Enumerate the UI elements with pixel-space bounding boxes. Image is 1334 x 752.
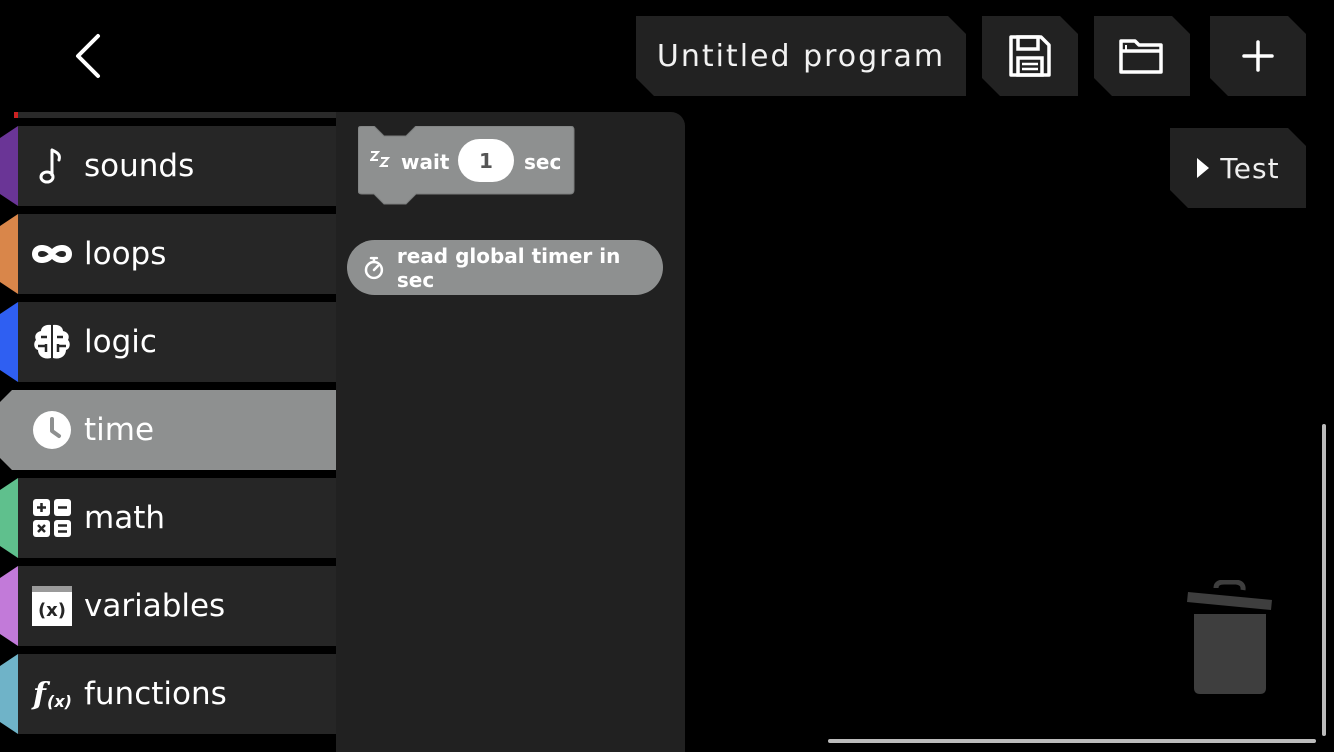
stopwatch-icon (364, 256, 384, 279)
category-logic[interactable]: logic (0, 302, 336, 382)
test-label: Test (1220, 151, 1280, 185)
wait-unit-label: sec (524, 150, 562, 174)
plus-icon (1240, 38, 1276, 74)
category-accent (0, 214, 18, 294)
wait-seconds-block[interactable]: wait 1 sec (357, 125, 576, 212)
category-loops[interactable]: loops (0, 214, 336, 294)
save-button[interactable] (982, 16, 1078, 96)
svg-text:(x): (x) (47, 692, 72, 711)
brain-icon (30, 320, 74, 364)
wait-seconds-input[interactable]: 1 (458, 139, 514, 182)
read-global-timer-block[interactable]: read global timer in sec (347, 240, 663, 295)
trash-can-icon[interactable] (1186, 579, 1276, 696)
category-label-loops: loops (84, 236, 167, 272)
svg-text:(x): (x) (38, 600, 66, 621)
floppy-disk-icon (1007, 33, 1053, 79)
timer-block-label: read global timer in sec (396, 243, 621, 292)
category-label-logic: logic (84, 324, 157, 360)
category-accent (0, 302, 18, 382)
category-functions[interactable]: f (x) functions (0, 654, 336, 734)
category-label-sounds: sounds (84, 148, 195, 184)
back-button[interactable] (64, 28, 114, 84)
category-time[interactable]: time (0, 390, 336, 470)
workspace-horizontal-scrollbar[interactable] (828, 739, 1316, 743)
category-label-variables: variables (84, 588, 226, 624)
category-accent (0, 478, 18, 558)
category-math[interactable]: math (0, 478, 336, 558)
infinity-icon (30, 232, 74, 276)
calculator-icon (30, 496, 74, 540)
folder-icon (1118, 36, 1166, 76)
category-sounds[interactable]: sounds (0, 126, 336, 206)
category-accent (0, 126, 18, 206)
test-run-button[interactable]: Test (1170, 128, 1306, 208)
category-accent (0, 654, 18, 734)
category-accent-edge (14, 112, 18, 118)
sleep-zz-icon (370, 151, 391, 167)
category-label-time: time (84, 412, 155, 448)
category-accent (0, 566, 18, 646)
category-label-functions: functions (84, 676, 227, 712)
chevron-left-icon (76, 34, 100, 78)
program-title-button[interactable]: Untitled program (636, 16, 966, 96)
category-label-math: math (84, 500, 165, 536)
open-folder-button[interactable] (1094, 16, 1190, 96)
variable-x-icon: (x) (30, 584, 74, 628)
function-fx-icon: f (x) (30, 672, 74, 716)
clock-icon (30, 408, 74, 452)
workspace-vertical-scrollbar[interactable] (1322, 424, 1326, 736)
category-variables[interactable]: (x) variables (0, 566, 336, 646)
new-program-button[interactable] (1210, 16, 1306, 96)
program-title: Untitled program (656, 38, 946, 74)
wait-label: wait (401, 150, 450, 174)
wait-seconds-value: 1 (479, 148, 493, 173)
category-list-top-edge (18, 112, 336, 118)
play-triangle-icon (1196, 157, 1210, 179)
music-note-icon (30, 144, 74, 188)
